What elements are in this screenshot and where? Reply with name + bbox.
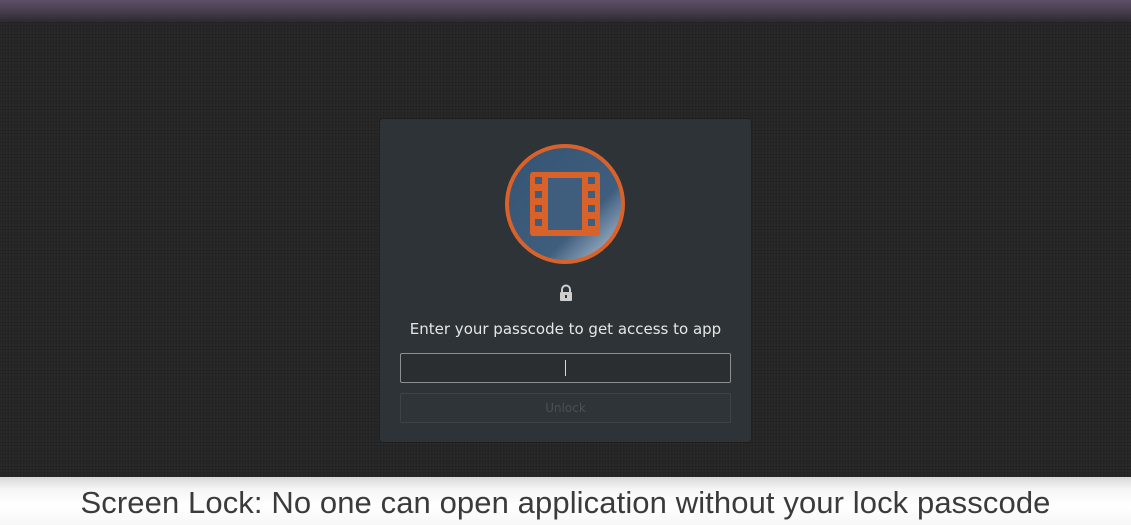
unlock-button[interactable]: Unlock — [400, 393, 731, 423]
film-strip-icon — [505, 144, 625, 264]
padlock-icon — [560, 284, 572, 301]
text-caret — [565, 360, 566, 376]
passcode-prompt: Enter your passcode to get access to app — [409, 320, 722, 338]
lock-screen-background: Enter your passcode to get access to app… — [0, 22, 1131, 477]
lock-dialog: Enter your passcode to get access to app… — [380, 119, 751, 442]
caption-banner: Screen Lock: No one can open application… — [0, 477, 1131, 525]
caption-text: Screen Lock: No one can open application… — [80, 485, 1051, 520]
window-top-bar — [0, 0, 1131, 22]
